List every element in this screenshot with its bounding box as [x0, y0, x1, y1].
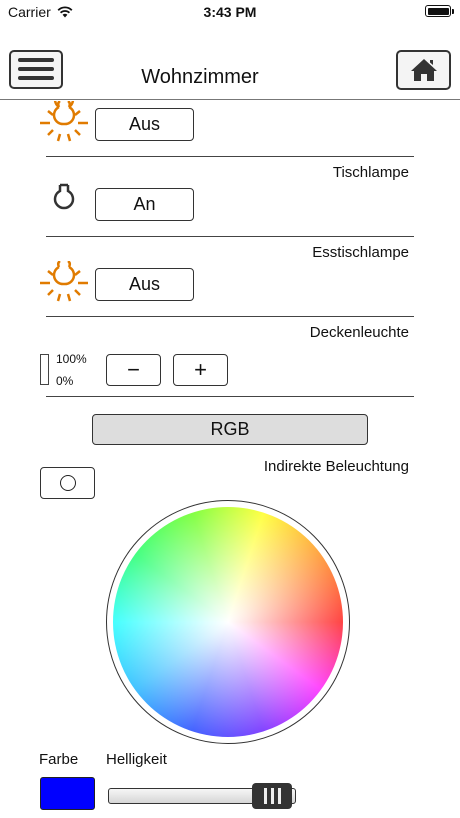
- indirekte-beleuchtung-label: Indirekte Beleuchtung: [263, 458, 409, 475]
- home-button[interactable]: [396, 50, 451, 90]
- page-title: Wohnzimmer: [141, 66, 259, 88]
- farbe-label: Farbe: [39, 751, 79, 768]
- home-icon: [410, 59, 437, 81]
- color-swatch[interactable]: [40, 777, 95, 810]
- row-divider: [46, 316, 414, 317]
- hamburger-icon: [18, 58, 54, 62]
- dimmer-minus-button[interactable]: −: [106, 354, 161, 386]
- circle-icon: [59, 475, 76, 491]
- clock: 3:43 PM: [203, 4, 257, 20]
- status-bar: Carrier 3:43 PM: [0, 0, 460, 24]
- dimmer-plus-button[interactable]: +: [173, 354, 228, 386]
- lamp-icon-on: [38, 259, 90, 310]
- header-divider: [0, 99, 460, 100]
- lamp-icon-off: [52, 182, 76, 219]
- row-divider: [46, 156, 414, 157]
- deckenleuchte-label: Deckenleuchte: [309, 324, 409, 341]
- lamp-1-toggle-button[interactable]: Aus: [95, 108, 194, 141]
- rgb-button[interactable]: RGB: [92, 414, 368, 445]
- dimmer-max-label: 100%: [56, 352, 87, 366]
- brightness-slider-thumb[interactable]: [252, 783, 292, 809]
- dimmer-min-label: 0%: [56, 374, 74, 388]
- color-wheel[interactable]: [113, 507, 343, 737]
- rgb-power-button[interactable]: [40, 467, 95, 499]
- tischlampe-toggle-button[interactable]: An: [95, 188, 194, 221]
- tischlampe-label: Tischlampe: [332, 164, 409, 181]
- menu-button[interactable]: [9, 50, 63, 89]
- esstischlampe-toggle-button[interactable]: Aus: [95, 268, 194, 301]
- row-divider: [46, 396, 414, 397]
- esstischlampe-label: Esstischlampe: [312, 244, 409, 261]
- dimmer-level-bar: [40, 354, 49, 385]
- battery-icon: [425, 5, 454, 17]
- helligkeit-label: Helligkeit: [106, 751, 167, 768]
- row-divider: [46, 236, 414, 237]
- lamp-icon-on: [38, 89, 90, 150]
